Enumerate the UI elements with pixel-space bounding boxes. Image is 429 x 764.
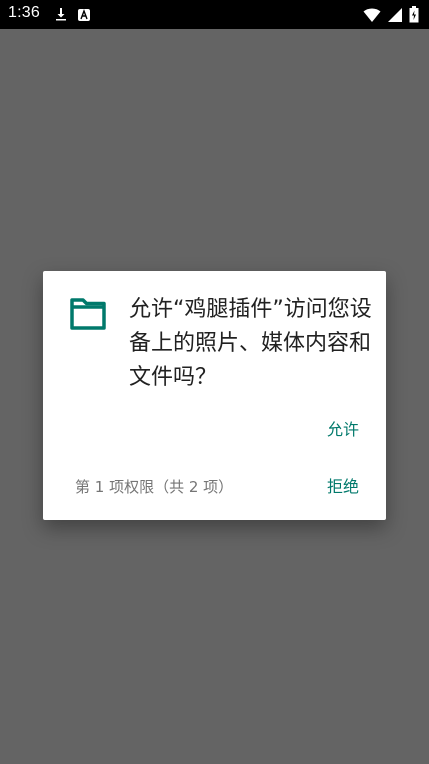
- permission-count: 第 1 项权限（共 2 项）: [75, 478, 234, 496]
- permission-dialog: 允许“鸡腿插件”访问您设备上的照片、媒体内容和文件吗？ 允许 第 1 项权限（共…: [43, 271, 386, 520]
- download-icon: [54, 6, 68, 25]
- status-icons-right: [363, 6, 419, 27]
- folder-icon: [69, 298, 107, 330]
- dialog-message: 允许“鸡腿插件”访问您设备上的照片、媒体内容和文件吗？: [129, 297, 372, 390]
- wifi-icon: [363, 7, 381, 27]
- status-bar: 1:36: [0, 0, 429, 29]
- status-time: 1:36: [8, 4, 40, 21]
- signal-icon: [387, 7, 403, 27]
- a-icon: [78, 6, 90, 25]
- battery-icon: [409, 6, 419, 27]
- allow-button[interactable]: 允许: [299, 417, 359, 443]
- status-icons-left: [54, 6, 90, 25]
- deny-button[interactable]: 拒绝: [299, 474, 359, 500]
